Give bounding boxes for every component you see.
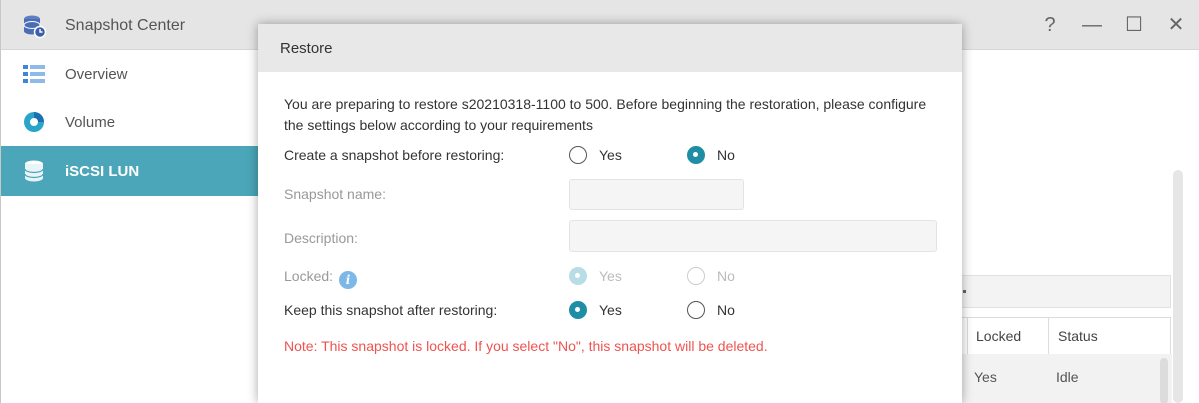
snapshot-name-input[interactable] [569, 179, 744, 210]
radio-label: Yes [599, 268, 622, 284]
radio-label: Yes [599, 147, 622, 163]
minimize-icon[interactable]: — [1081, 14, 1103, 36]
snapshot-table: Locked Status Yes Idle [959, 317, 1172, 403]
sidebar-item-iscsi-lun[interactable]: iSCSI LUN [1, 146, 258, 196]
content-scrollbar[interactable] [1173, 170, 1183, 403]
keep-snapshot-yes-radio[interactable]: Yes [569, 301, 622, 319]
description-label: Description: [284, 230, 358, 246]
create-snapshot-no-radio[interactable]: No [687, 146, 735, 164]
radio-label: No [717, 302, 735, 318]
cell-status: Idle [1056, 369, 1079, 385]
locked-yes-radio[interactable]: Yes [569, 267, 622, 285]
sidebar-item-label: Volume [65, 113, 116, 131]
restore-dialog: Restore You are preparing to restore s20… [258, 24, 962, 403]
help-icon[interactable]: ? [1039, 14, 1061, 36]
sidebar-item-overview[interactable]: Overview [1, 50, 258, 98]
info-icon[interactable]: i [339, 271, 358, 289]
locked-no-radio[interactable]: No [687, 267, 735, 285]
radio-label: Yes [599, 302, 622, 318]
volume-icon [23, 111, 45, 133]
sidebar-item-label: iSCSI LUN [65, 162, 140, 180]
database-icon [23, 160, 45, 182]
create-snapshot-label: Create a snapshot before restoring: [284, 147, 505, 163]
locked-label: Locked: i [284, 268, 358, 289]
sidebar-item-volume[interactable]: Volume [1, 98, 258, 146]
column-divider [1048, 318, 1049, 354]
keep-snapshot-no-radio[interactable]: No [687, 301, 735, 319]
intro-text: You are preparing to restore s20210318-1… [284, 96, 927, 133]
snapshot-center-logo-icon [23, 15, 47, 39]
radio-label: No [717, 147, 735, 163]
column-header-status[interactable]: Status [1058, 318, 1098, 354]
create-snapshot-yes-radio[interactable]: Yes [569, 146, 622, 164]
radio-unchecked-icon [687, 301, 705, 319]
sidebar-item-label: Overview [65, 65, 128, 83]
snapshot-name-label: Snapshot name: [284, 186, 386, 202]
window-controls: ? — ☐ ✕ [1039, 14, 1187, 36]
search-input[interactable] [959, 275, 1171, 308]
keep-snapshot-label: Keep this snapshot after restoring: [284, 302, 498, 318]
overview-icon [23, 63, 45, 85]
radio-label: No [717, 268, 735, 284]
radio-checked-icon [569, 267, 587, 285]
search-icon [963, 290, 966, 293]
locked-warning-note: Note: This snapshot is locked. If you se… [284, 338, 768, 354]
close-icon[interactable]: ✕ [1165, 14, 1187, 36]
description-input[interactable] [569, 220, 937, 252]
dialog-title: Restore [258, 24, 962, 72]
column-header-locked[interactable]: Locked [976, 318, 1022, 354]
radio-unchecked-icon [687, 267, 705, 285]
radio-checked-icon [687, 146, 705, 164]
radio-unchecked-icon [569, 146, 587, 164]
column-divider [967, 318, 968, 354]
cell-locked: Yes [974, 369, 997, 385]
locked-label-text: Locked: [284, 268, 334, 284]
app-title: Snapshot Center [65, 17, 186, 34]
table-scrollbar[interactable] [1160, 358, 1168, 403]
radio-checked-icon [569, 301, 587, 319]
sidebar: Overview Volume iSCSI LUN [1, 50, 258, 403]
maximize-icon[interactable]: ☐ [1123, 14, 1145, 36]
